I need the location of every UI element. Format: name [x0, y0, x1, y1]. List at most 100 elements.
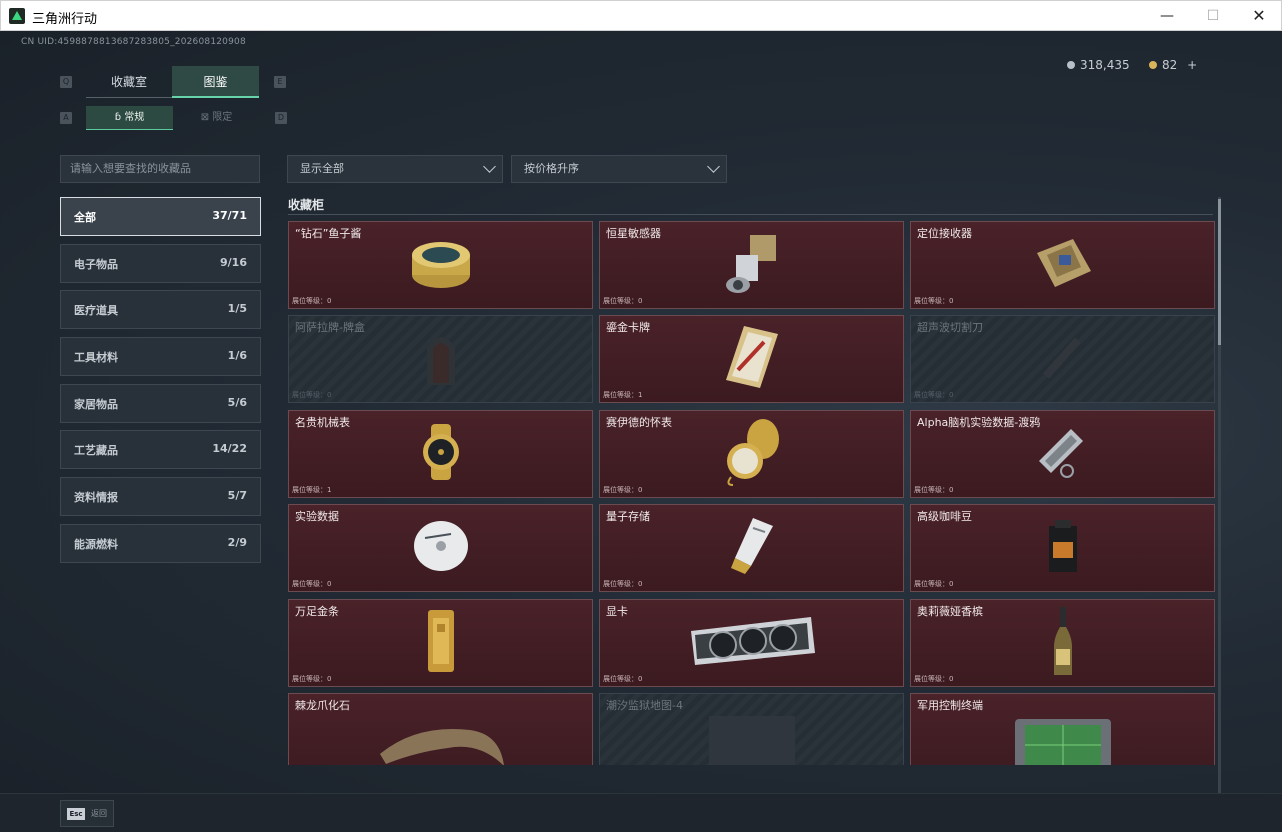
filter-dropdown-value: 显示全部	[300, 162, 344, 175]
category-energy[interactable]: 能源燃料 2/9	[60, 524, 261, 563]
gps-receiver-icon	[1031, 233, 1095, 297]
item-level: 展位等级：0	[292, 675, 332, 683]
item-level: 展位等级：0	[914, 391, 954, 399]
item-name: 赛伊德的怀表	[606, 416, 672, 429]
subtab-regular-label: 常规	[124, 112, 145, 123]
key-hint-a: A	[60, 112, 72, 124]
category-medical[interactable]: 医疗道具 1/5	[60, 290, 261, 329]
item-card[interactable]: 阿萨拉牌-牌盒 展位等级：0	[288, 315, 593, 403]
item-card[interactable]: 超声波切割刀 展位等级：0	[910, 315, 1215, 403]
window-titlebar: 三角洲行动 — ☐ ✕	[0, 0, 1282, 31]
item-card[interactable]: “钻石”鱼子酱 展位等级：0	[288, 221, 593, 309]
item-level: 展位等级：0	[292, 297, 332, 305]
item-card[interactable]: 军用控制终端	[910, 693, 1215, 765]
back-label: 返回	[91, 809, 107, 818]
category-count: 2/9	[227, 536, 247, 549]
subtab-limited-label: 限定	[212, 112, 233, 123]
item-card[interactable]: 定位接收器 展位等级：0	[910, 221, 1215, 309]
player-uid: CN UID:4598878813687283805_202608120908	[21, 37, 246, 47]
raptor-claw-fossil-icon	[376, 720, 506, 765]
item-card[interactable]: 棘龙爪化石	[288, 693, 593, 765]
window-title: 三角洲行动	[32, 12, 98, 27]
category-count: 14/22	[212, 442, 247, 455]
item-card[interactable]: 潮汐监狱地图-4	[599, 693, 904, 765]
military-terminal-icon	[1013, 717, 1113, 765]
category-intel[interactable]: 资料情报 5/7	[60, 477, 261, 516]
scrollbar-thumb[interactable]	[1218, 199, 1221, 345]
category-count: 37/71	[212, 209, 247, 222]
item-name: 棘龙爪化石	[295, 699, 350, 712]
item-card[interactable]: 显卡 展位等级：0	[599, 599, 904, 687]
category-tools[interactable]: 工具材料 1/6	[60, 337, 261, 376]
caviar-tin-icon	[409, 235, 473, 295]
data-disc-icon	[411, 518, 471, 578]
category-count: 9/16	[220, 256, 247, 269]
tab-collection-room[interactable]: 收藏室	[86, 66, 172, 98]
item-name: 定位接收器	[917, 227, 972, 240]
search-input[interactable]: 请输入想要查找的收藏品	[60, 155, 260, 183]
data-canister-icon	[1031, 421, 1095, 487]
item-card[interactable]: 鎏金卡牌 展位等级：1	[599, 315, 904, 403]
gilded-card-icon	[724, 324, 780, 394]
category-all[interactable]: 全部 37/71	[60, 197, 261, 236]
limited-icon: ⊠	[200, 112, 213, 123]
tab-catalog[interactable]: 图鉴	[172, 66, 259, 98]
item-name: 军用控制终端	[917, 699, 983, 712]
item-name: 显卡	[606, 605, 628, 618]
chevron-down-icon	[483, 160, 496, 173]
item-card[interactable]: 高级咖啡豆 展位等级：0	[910, 504, 1215, 592]
category-label: 工具材料	[74, 351, 118, 364]
gold-coin-icon	[1149, 61, 1157, 69]
key-hint-d: D	[275, 112, 287, 124]
champagne-bottle-icon	[1051, 605, 1075, 681]
pocket-watch-icon	[721, 417, 783, 491]
category-electronics[interactable]: 电子物品 9/16	[60, 244, 261, 283]
card-box-icon	[421, 325, 461, 393]
close-button[interactable]: ✕	[1236, 1, 1282, 31]
category-crafts[interactable]: 工艺藏品 14/22	[60, 430, 261, 469]
item-grid: “钻石”鱼子酱 展位等级：0 恒星敏感器 展位等级：0 定位接收器 展位等级：0…	[287, 221, 1215, 765]
item-card[interactable]: 量子存储 展位等级：0	[599, 504, 904, 592]
category-label: 资料情报	[74, 491, 118, 504]
quantum-storage-icon	[727, 516, 777, 580]
subtab-limited[interactable]: ⊠ 限定	[173, 106, 260, 130]
subtab-regular[interactable]: ɓ 常规	[86, 106, 173, 130]
key-hint-q: Q	[60, 76, 72, 88]
category-label: 家居物品	[74, 398, 118, 411]
item-card[interactable]: 实验数据 展位等级：0	[288, 504, 593, 592]
item-name: 量子存储	[606, 510, 650, 523]
item-card[interactable]: 名贵机械表 展位等级：1	[288, 410, 593, 498]
filter-dropdown[interactable]: 显示全部	[287, 155, 503, 183]
item-name: 潮汐监狱地图-4	[606, 699, 683, 712]
back-button[interactable]: Esc 返回	[60, 800, 114, 827]
minimize-button[interactable]: —	[1144, 1, 1190, 31]
category-household[interactable]: 家居物品 5/6	[60, 384, 261, 423]
add-currency-button[interactable]: +	[1187, 58, 1197, 72]
maximize-button[interactable]: ☐	[1190, 1, 1236, 31]
item-card[interactable]: Alpha脑机实验数据-渡鸦 展位等级：0	[910, 410, 1215, 498]
game-screen: CN UID:4598878813687283805_202608120908 …	[0, 31, 1282, 832]
item-level: 展位等级：0	[292, 391, 332, 399]
item-level: 展位等级：1	[603, 391, 643, 399]
regular-icon: ɓ	[114, 112, 125, 123]
currency-gold-amount: 82	[1162, 58, 1178, 72]
item-level: 展位等级：0	[603, 297, 643, 305]
sort-dropdown-value: 按价格升序	[524, 162, 579, 175]
item-level: 展位等级：0	[603, 580, 643, 588]
item-card[interactable]: 奥莉薇娅香槟 展位等级：0	[910, 599, 1215, 687]
item-level: 展位等级：1	[292, 486, 332, 494]
item-card[interactable]: 恒星敏感器 展位等级：0	[599, 221, 904, 309]
sort-dropdown[interactable]: 按价格升序	[511, 155, 727, 183]
section-title: 收藏柜	[288, 198, 325, 212]
gold-bar-icon	[425, 608, 457, 678]
star-sensor-icon	[722, 231, 782, 299]
category-count: 5/7	[227, 489, 247, 502]
item-card[interactable]: 万足金条 展位等级：0	[288, 599, 593, 687]
item-name: 奥莉薇娅香槟	[917, 605, 983, 618]
item-name: 名贵机械表	[295, 416, 350, 429]
item-level: 展位等级：0	[292, 580, 332, 588]
category-label: 电子物品	[74, 258, 118, 271]
currency-gold: 82 +	[1149, 58, 1197, 72]
item-card[interactable]: 赛伊德的怀表 展位等级：0	[599, 410, 904, 498]
silver-coin-icon	[1067, 61, 1075, 69]
